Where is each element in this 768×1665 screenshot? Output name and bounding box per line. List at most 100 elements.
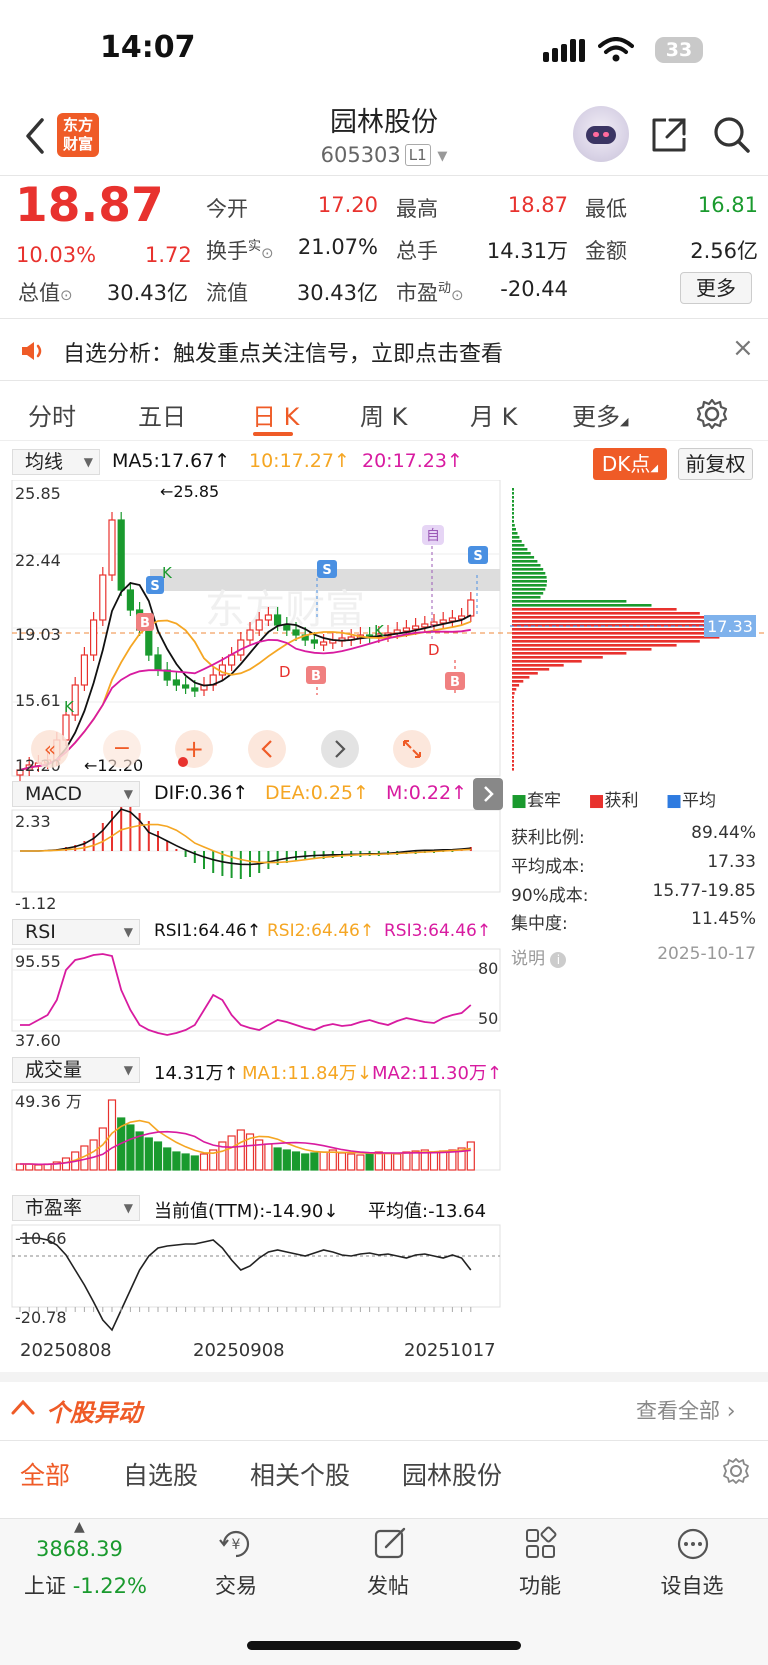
caret-icon: ▼ (123, 1201, 133, 1215)
volume-bar (383, 1152, 393, 1171)
trade-button[interactable]: 交易 (186, 1570, 286, 1600)
chip-note[interactable]: 说明 i (511, 944, 567, 969)
change-percent: 10.03% (16, 243, 97, 267)
legend-swatch: ■ (511, 791, 528, 811)
gear-icon[interactable] (696, 398, 728, 430)
features-button[interactable]: 功能 (490, 1570, 590, 1600)
chip-bar (512, 768, 514, 771)
dif-line (20, 808, 471, 866)
fullscreen-button[interactable] (393, 730, 431, 768)
chip-bar (512, 552, 531, 555)
dk-point-button[interactable]: DK点◢ (593, 448, 667, 480)
volume-bar (411, 1150, 420, 1171)
view-all-link[interactable]: 查看全部 › (636, 1395, 736, 1425)
volume-select[interactable]: 成交量 ▼ (12, 1057, 140, 1083)
dot-indicator (178, 757, 188, 767)
chevron-up-icon[interactable] (10, 1397, 36, 1417)
candle-body (191, 687, 199, 692)
caret-icon: ◢ (620, 415, 629, 428)
tab-monthly-k[interactable]: 月 K (470, 397, 517, 432)
sell-signal-marker: S (468, 546, 488, 564)
candle-body (310, 639, 318, 644)
turnover-label: 换手实⊙ (206, 235, 274, 265)
chip-bar (512, 568, 544, 571)
trade-icon[interactable]: ¥ (217, 1526, 255, 1562)
gear-icon[interactable] (722, 1457, 750, 1485)
add-watchlist-button[interactable]: 设自选 (642, 1570, 742, 1600)
tab-five-day[interactable]: 五日 (138, 397, 186, 432)
prev-button[interactable] (248, 730, 286, 768)
chip-bar (512, 688, 517, 691)
volume-bar (273, 1147, 282, 1171)
chip-bar (512, 732, 514, 735)
filter-tab-all[interactable]: 全部 (20, 1456, 70, 1492)
dea-line (20, 823, 471, 864)
amount-label: 金额 (585, 239, 627, 263)
turnover-label-text: 换手 (206, 239, 248, 263)
volume-bar (347, 1153, 356, 1171)
chip-date: 2025-10-17 (657, 944, 756, 964)
rsi-select-label: RSI (25, 921, 56, 943)
next-button[interactable] (321, 730, 359, 768)
volume-bar (291, 1151, 301, 1171)
collapse-panel-button[interactable] (473, 778, 503, 810)
volume-bar (190, 1155, 199, 1171)
high-marker: ←25.85 (160, 482, 219, 501)
tab-daily-k[interactable]: 日 K (252, 397, 299, 432)
chip-bar (512, 648, 652, 651)
rsi1-label: RSI1:64.46↑ (154, 921, 262, 941)
post-button[interactable]: 发帖 (338, 1570, 438, 1600)
tab-more[interactable]: 更多◢ (572, 397, 628, 432)
m-label: M:0.22↑ (386, 782, 468, 804)
close-icon[interactable]: × (732, 333, 754, 363)
volume-bar (236, 1129, 245, 1171)
search-icon[interactable] (712, 115, 752, 155)
volume-bar (264, 1143, 273, 1171)
divider (0, 380, 768, 381)
chip-bar (512, 592, 544, 595)
ma-select[interactable]: 均线 ▼ (12, 449, 100, 475)
volume-bar (25, 1163, 34, 1171)
date-label: 20250808 (20, 1340, 112, 1361)
assistant-avatar[interactable] (573, 106, 629, 162)
chip-bar (512, 600, 627, 603)
caret-icon: ▼ (123, 787, 133, 801)
volume-bar (89, 1139, 98, 1171)
chip-bar (512, 640, 700, 643)
volume-bar (466, 1141, 475, 1171)
adjust-button[interactable]: 前复权 (678, 448, 753, 480)
y-axis-label: 15.61 (15, 691, 61, 710)
pe-frame (11, 1224, 501, 1308)
more-button[interactable]: 更多 (680, 272, 752, 304)
chip-bar (512, 712, 514, 715)
volume-bar (310, 1152, 319, 1171)
filter-tab-stock[interactable]: 园林股份 (402, 1456, 502, 1492)
tab-underline (253, 432, 293, 436)
share-icon[interactable] (650, 116, 688, 154)
macd-select[interactable]: MACD ▼ (12, 781, 140, 807)
tab-intraday[interactable]: 分时 (28, 397, 76, 432)
pe-current: 当前值(TTM):-14.90↓ (154, 1201, 339, 1222)
dif-label: DIF:0.36↑ (154, 782, 249, 804)
index-row[interactable]: 上证 -1.22% (24, 1570, 147, 1600)
legend-swatch: ■ (588, 791, 605, 811)
volume-bar (15, 1163, 25, 1171)
compose-icon[interactable] (372, 1526, 408, 1562)
info-icon: i (550, 952, 567, 968)
pe-select[interactable]: 市盈率 ▼ (12, 1195, 140, 1221)
chip-bar (512, 520, 514, 523)
volume-bar (227, 1135, 236, 1171)
rsi-select[interactable]: RSI ▼ (12, 919, 140, 945)
chip-bar (512, 704, 514, 707)
tab-weekly-k[interactable]: 周 K (360, 397, 407, 432)
candle-body (264, 614, 272, 621)
chip-bar (512, 580, 547, 583)
apps-icon[interactable] (523, 1526, 559, 1562)
pe-select-label: 市盈率 (25, 1197, 83, 1219)
more-dots-icon[interactable] (675, 1526, 711, 1562)
pe-average: 平均值:-13.64 (368, 1201, 487, 1222)
index-value[interactable]: 3868.39 (36, 1537, 123, 1561)
chip-bar (512, 492, 514, 495)
filter-tab-watchlist[interactable]: 自选股 (123, 1456, 198, 1492)
filter-tab-related[interactable]: 相关个股 (250, 1456, 350, 1492)
